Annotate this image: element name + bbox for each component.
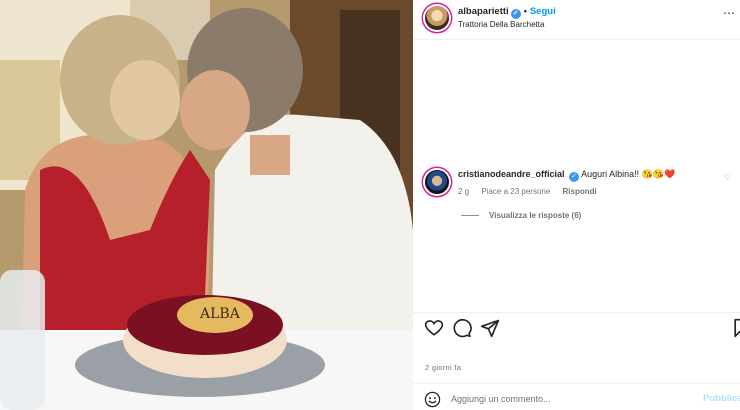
commenter-username[interactable]: cristianodeandre_official — [458, 169, 565, 179]
post-image[interactable]: ALBA — [0, 0, 413, 410]
location-link[interactable]: Trattoria Della Barchetta — [458, 20, 544, 29]
post-photo-illustration: ALBA — [0, 0, 413, 410]
post-header: albaparietti ✓ • Segui Trattoria Della Barc… — [413, 0, 740, 40]
comment-like-icon[interactable]: ♡ — [724, 172, 732, 183]
verified-icon: ✓ — [510, 9, 521, 19]
separator-dot: • — [523, 6, 527, 16]
author-avatar[interactable] — [425, 6, 449, 30]
comment-icon[interactable] — [452, 318, 472, 338]
comment-text: Auguri Albina!! 😘😘❤️ — [581, 169, 676, 179]
comment-body: cristianodeandre_official ✓ Auguri Albin… — [458, 169, 728, 182]
comment-input[interactable] — [451, 392, 691, 406]
reply-button[interactable]: Rispondi — [563, 187, 597, 196]
author-line: albaparietti ✓ • Segui — [458, 6, 556, 19]
verified-icon: ✓ — [569, 172, 580, 182]
view-replies-label: Visualizza le risposte (6) — [489, 211, 582, 220]
emoji-icon[interactable] — [424, 391, 441, 408]
action-bar — [413, 318, 740, 342]
divider — [413, 383, 740, 384]
more-options-icon[interactable]: ⋯ — [723, 6, 736, 20]
post-date[interactable]: 2 giorni fa — [425, 363, 461, 372]
send-icon[interactable] — [480, 318, 500, 338]
heart-icon[interactable] — [424, 318, 444, 338]
comment-meta: 2 g Piace a 23 persone Rispondi — [458, 187, 607, 196]
post-side-panel: albaparietti ✓ • Segui Trattoria Della Barc… — [413, 0, 740, 410]
view-replies-button[interactable]: Visualizza le risposte (6) — [461, 211, 581, 220]
add-comment-bar: Pubblica — [413, 387, 740, 410]
commenter-avatar[interactable] — [425, 170, 449, 194]
author-username[interactable]: albaparietti — [458, 6, 509, 17]
comment-time: 2 g — [458, 187, 470, 196]
replies-line — [461, 215, 479, 217]
bookmark-icon[interactable] — [731, 318, 740, 338]
comment-likes[interactable]: Piace a 23 persone — [481, 187, 550, 196]
divider — [413, 312, 740, 313]
follow-button[interactable]: Segui — [530, 6, 556, 17]
cake-text: ALBA — [199, 306, 241, 322]
publish-button[interactable]: Pubblica — [703, 393, 740, 404]
